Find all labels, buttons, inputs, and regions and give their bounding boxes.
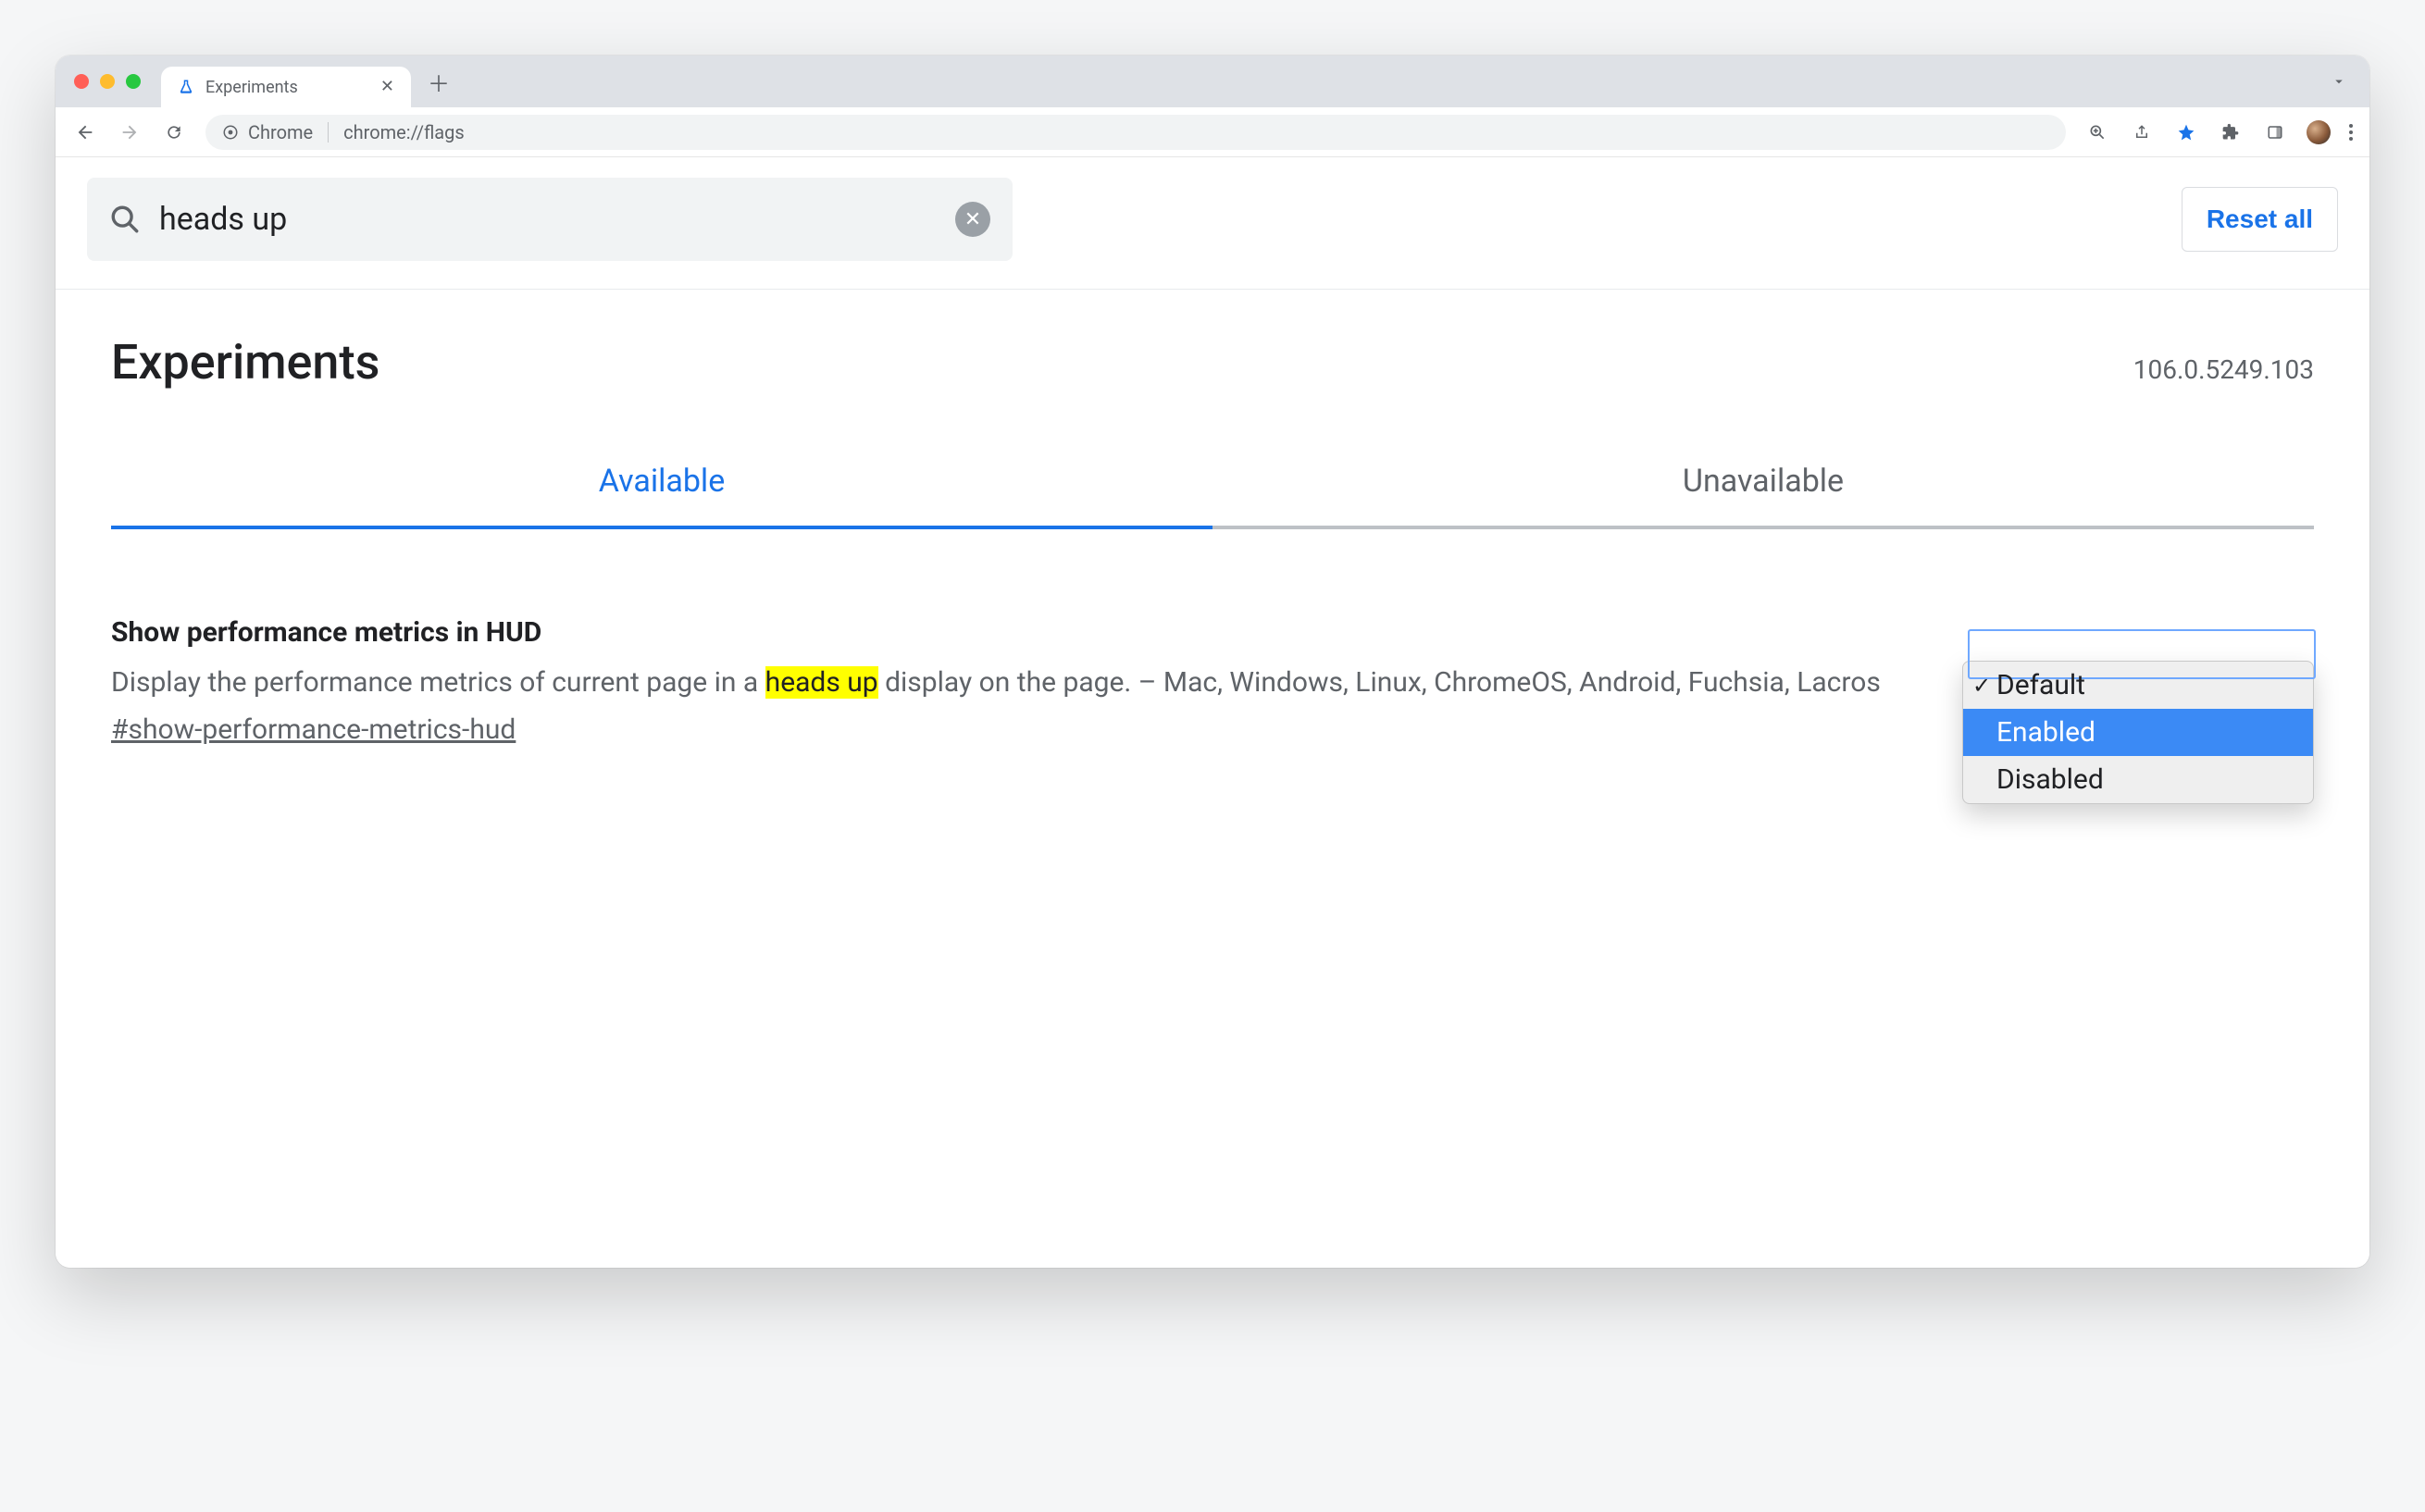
zoom-icon[interactable] [2084,119,2110,145]
tab-available[interactable]: Available [111,463,1212,529]
flag-title: Show performance metrics in HUD [111,613,1907,653]
heading-row: Experiments 106.0.5249.103 [56,290,2369,398]
new-tab-button[interactable]: ＋ [422,65,455,98]
share-icon[interactable] [2129,119,2155,145]
flag-desc-post: display on the page. – Mac, Windows, Lin… [878,666,1881,699]
clear-search-button[interactable]: ✕ [955,202,990,237]
close-window-button[interactable] [74,74,89,89]
flags-tabs: Available Unavailable [111,463,2314,529]
flag-text: Show performance metrics in HUD Display … [111,613,1907,750]
flag-description: Display the performance metrics of curre… [111,663,1907,703]
url-scheme-label: Chrome [248,121,313,143]
window-controls [74,74,141,89]
tab-unavailable[interactable]: Unavailable [1212,463,2314,529]
flags-search-input[interactable] [157,200,955,239]
flask-icon [178,79,194,95]
search-highlight: heads up [765,666,878,699]
chrome-menu-button[interactable] [2349,124,2353,141]
browser-tab[interactable]: Experiments ✕ [161,67,411,107]
flag-select[interactable]: Default Enabled Disabled [1962,661,2314,804]
reset-all-button[interactable]: Reset all [2182,187,2338,252]
sidepanel-icon[interactable] [2262,119,2288,145]
flag-anchor-link[interactable]: #show-performance-metrics-hud [111,710,516,750]
url-text: chrome://flags [343,121,465,143]
page-content: ✕ Reset all Experiments 106.0.5249.103 A… [56,157,2369,1268]
profile-avatar[interactable] [2307,120,2331,144]
back-button[interactable] [72,119,98,145]
bookmark-star-icon[interactable] [2173,119,2199,145]
flag-item: Show performance metrics in HUD Display … [56,529,2369,804]
close-tab-button[interactable]: ✕ [380,79,394,95]
forward-button[interactable] [117,119,143,145]
option-default[interactable]: Default [1963,662,2313,709]
chrome-version: 106.0.5249.103 [2133,354,2314,385]
flag-select-dropdown: Default Enabled Disabled [1962,661,2314,804]
page-title: Experiments [111,334,2133,390]
flag-desc-pre: Display the performance metrics of curre… [111,666,765,699]
separator [328,122,329,143]
chrome-icon [222,124,239,141]
option-enabled[interactable]: Enabled [1963,709,2313,756]
maximize-window-button[interactable] [126,74,141,89]
browser-window: Experiments ✕ ＋ Chrome chrome://flags [56,56,2369,1268]
flags-search-row: ✕ Reset all [56,157,2369,272]
toolbar-actions [2084,119,2353,145]
address-bar[interactable]: Chrome chrome://flags [205,115,2066,150]
tab-list-button[interactable] [2321,73,2357,90]
minimize-window-button[interactable] [100,74,115,89]
flags-search-box[interactable]: ✕ [87,178,1013,261]
tab-title: Experiments [205,78,298,97]
toolbar: Chrome chrome://flags [56,107,2369,157]
reload-button[interactable] [161,119,187,145]
option-disabled[interactable]: Disabled [1963,756,2313,803]
extensions-icon[interactable] [2218,119,2244,145]
tab-bar: Experiments ✕ ＋ [56,56,2369,107]
search-icon [109,204,141,235]
